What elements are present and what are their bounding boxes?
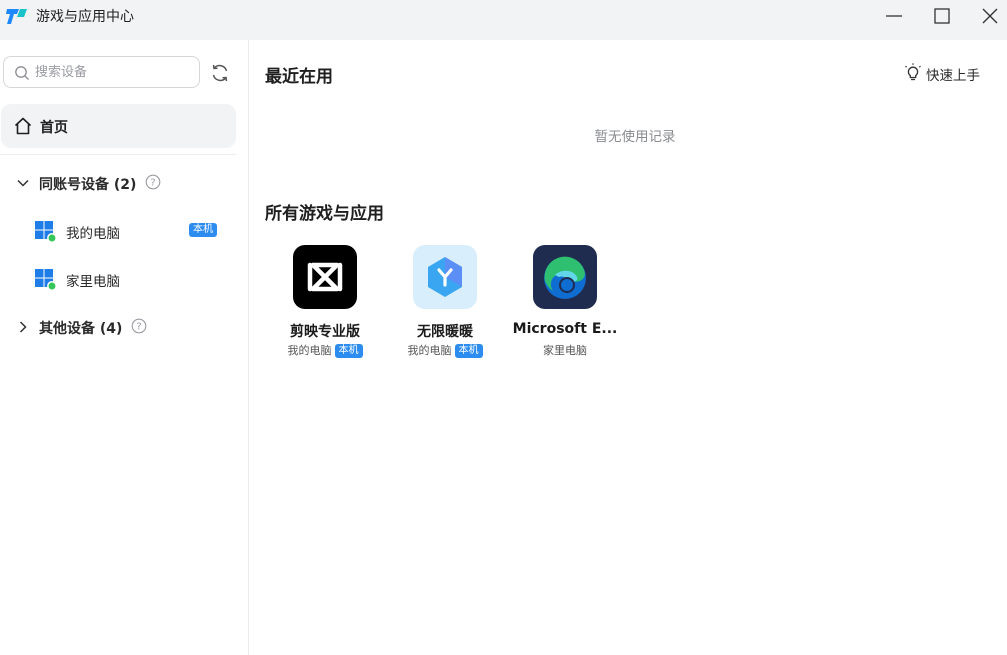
windows-pc-icon — [35, 269, 57, 291]
app-device-label: 我的电脑 — [407, 344, 452, 357]
app-device-info: 我的电脑 本机 — [265, 342, 385, 358]
help-icon[interactable]: ? — [145, 174, 161, 190]
group-label: 其他设备 (4) — [39, 321, 123, 337]
window-title: 游戏与应用中心 — [36, 9, 134, 25]
lightbulb-icon — [905, 63, 921, 81]
group-label: 同账号设备 (2) — [39, 177, 137, 193]
windows-pc-icon — [35, 221, 57, 243]
device-label: 我的电脑 — [66, 226, 120, 242]
group-other-devices[interactable]: 其他设备 (4) ? — [0, 316, 240, 340]
app-card[interactable]: Microsoft E... 家里电脑 — [505, 245, 625, 365]
app-logo-icon — [6, 9, 27, 24]
minimize-icon — [886, 15, 902, 17]
maximize-button[interactable] — [930, 6, 954, 26]
sidebar-divider — [0, 154, 236, 155]
app-name: 剪映专业版 — [290, 324, 360, 340]
app-device-info: 家里电脑 — [505, 342, 625, 358]
recent-section-title: 最近在用 — [265, 67, 333, 87]
this-device-badge: 本机 — [454, 344, 483, 358]
this-device-badge: 本机 — [334, 344, 363, 358]
maximize-icon — [934, 8, 950, 24]
app-device-label: 家里电脑 — [543, 344, 587, 357]
minimize-button[interactable] — [882, 6, 906, 26]
device-item-my-pc[interactable]: 我的电脑 本机 — [0, 216, 240, 246]
close-button[interactable] — [978, 6, 1002, 26]
all-apps-section-title: 所有游戏与应用 — [265, 204, 384, 224]
this-device-badge: 本机 — [189, 223, 217, 237]
app-name: 无限暖暖 — [417, 324, 473, 340]
quick-start-label: 快速上手 — [926, 68, 980, 84]
search-icon — [15, 66, 29, 80]
close-icon — [982, 8, 998, 24]
device-search-box[interactable] — [3, 56, 200, 88]
empty-recent-text: 暂无使用记录 — [594, 129, 676, 145]
app-device-info: 我的电脑 本机 — [385, 342, 505, 358]
chevron-right-icon — [19, 321, 27, 333]
sidebar: 首页 同账号设备 (2) ? 我的电脑 本机 家里电脑 — [0, 40, 249, 655]
app-name: Microsoft E... — [512, 321, 618, 337]
device-label: 家里电脑 — [66, 274, 120, 290]
refresh-icon — [212, 64, 228, 82]
refresh-button[interactable] — [208, 61, 232, 85]
device-item-home-pc[interactable]: 家里电脑 — [0, 264, 240, 294]
main-content: 最近在用 快速上手 暂无使用记录 所有游戏与应用 剪映专业版 我的电脑 本机 无… — [249, 40, 1007, 655]
nav-home-label: 首页 — [40, 120, 68, 136]
capcut-icon — [293, 245, 357, 309]
search-input[interactable] — [35, 61, 195, 83]
chevron-down-icon — [17, 179, 29, 187]
infinity-nikki-icon — [413, 245, 477, 309]
help-icon[interactable]: ? — [131, 318, 147, 334]
group-same-account[interactable]: 同账号设备 (2) ? — [0, 172, 240, 196]
app-device-label: 我的电脑 — [287, 344, 332, 357]
nav-home[interactable]: 首页 — [1, 104, 236, 148]
home-icon — [14, 117, 32, 135]
svg-text:?: ? — [150, 178, 155, 189]
title-bar: 游戏与应用中心 — [0, 0, 1007, 40]
svg-text:?: ? — [136, 322, 141, 333]
app-card[interactable]: 无限暖暖 我的电脑 本机 — [385, 245, 505, 365]
edge-icon — [533, 245, 597, 309]
app-card[interactable]: 剪映专业版 我的电脑 本机 — [265, 245, 385, 365]
